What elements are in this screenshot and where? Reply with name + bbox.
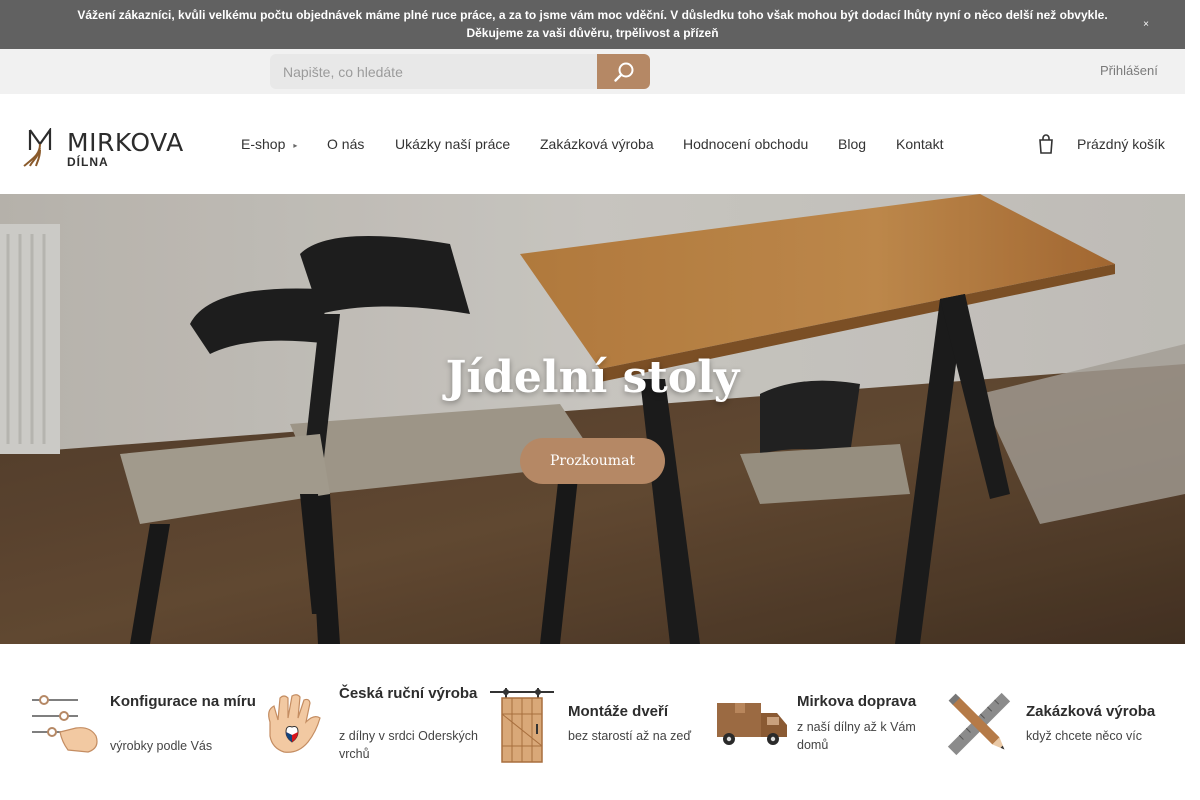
feature-subtitle: z naší dílny až k Vám domů bbox=[797, 720, 916, 752]
feature-subtitle: výrobky podle Vás bbox=[110, 739, 213, 753]
feature-subtitle: z dílny v srdci Oderských vrchů bbox=[339, 729, 478, 761]
logo[interactable]: MIRKOVA DÍLNA bbox=[20, 128, 200, 169]
notice-line-1: Vážení zákazníci, kvůli velkému počtu ob… bbox=[77, 8, 1108, 22]
nav-item-label: E-shop bbox=[241, 136, 286, 152]
cart-link[interactable]: Prázdný košík bbox=[1077, 136, 1165, 152]
search-input[interactable] bbox=[270, 54, 597, 89]
czech-heart-hand-icon bbox=[268, 694, 321, 753]
nav-item-about[interactable]: O nás bbox=[327, 136, 364, 152]
logo-name: MIRKOVA bbox=[67, 128, 184, 157]
feature-title: Mirkova doprava bbox=[797, 693, 917, 710]
sliding-door-icon bbox=[490, 688, 554, 763]
nav-item-our-work[interactable]: Ukázky naší práce bbox=[395, 136, 510, 152]
feature-title: Montáže dveří bbox=[568, 703, 669, 720]
feature-item[interactable]: Montáže dveří bez starostí až na zeď bbox=[488, 644, 713, 800]
feature-item[interactable]: Zakázková výroba když chcete něco víc bbox=[946, 644, 1176, 800]
hero-banner: Jídelní stoly Prozkoumat bbox=[0, 194, 1185, 644]
hero-title: Jídelní stoly bbox=[445, 352, 740, 403]
nav-item-shop-reviews[interactable]: Hodnocení obchodu bbox=[683, 136, 808, 152]
top-bar: Přihlášení bbox=[0, 49, 1185, 94]
feature-title: Konfigurace na míru bbox=[110, 693, 256, 710]
feature-item[interactable]: Mirkova doprava z naší dílny až k Vám do… bbox=[715, 644, 940, 800]
feature-title: Česká ruční výroba bbox=[339, 685, 478, 702]
close-notice-button[interactable]: × bbox=[1143, 16, 1149, 34]
feature-item[interactable]: Česká ruční výroba z dílny v srdci Oders… bbox=[262, 644, 482, 800]
site-header: MIRKOVA DÍLNA E-shop ▸ O nás Ukázky naší … bbox=[0, 94, 1185, 194]
feature-subtitle: bez starostí až na zeď bbox=[568, 729, 692, 743]
sliders-hand-icon bbox=[32, 695, 98, 753]
ruler-pencil-icon bbox=[947, 692, 1011, 756]
dropdown-caret-icon: ▸ bbox=[293, 140, 298, 150]
notice-bar: Vážení zákazníci, kvůli velkému počtu ob… bbox=[0, 0, 1185, 49]
hero-image bbox=[0, 194, 1185, 644]
cart-icon[interactable] bbox=[1038, 134, 1054, 154]
login-link[interactable]: Přihlášení bbox=[1100, 63, 1158, 78]
notice-line-2: Děkujeme za vaši důvěru, trpělivost a př… bbox=[466, 26, 719, 40]
nav-item-eshop[interactable]: E-shop ▸ bbox=[241, 136, 297, 152]
nav-item-contact[interactable]: Kontakt bbox=[896, 136, 943, 152]
feature-item[interactable]: Konfigurace na míru výrobky podle Vás bbox=[30, 644, 260, 800]
search-icon bbox=[613, 62, 633, 82]
feature-subtitle: když chcete něco víc bbox=[1026, 729, 1143, 743]
features-row: Konfigurace na míru výrobky podle Vás Če… bbox=[0, 644, 1185, 800]
logo-mark-icon bbox=[23, 128, 52, 167]
hero-explore-button[interactable]: Prozkoumat bbox=[520, 438, 665, 484]
nav-item-custom-production[interactable]: Zakázková výroba bbox=[540, 136, 654, 152]
feature-title: Zakázková výroba bbox=[1026, 703, 1156, 720]
search-button[interactable] bbox=[597, 54, 650, 89]
delivery-truck-icon bbox=[717, 703, 787, 745]
nav-item-blog[interactable]: Blog bbox=[838, 136, 866, 152]
logo-subtitle: DÍLNA bbox=[67, 155, 109, 169]
